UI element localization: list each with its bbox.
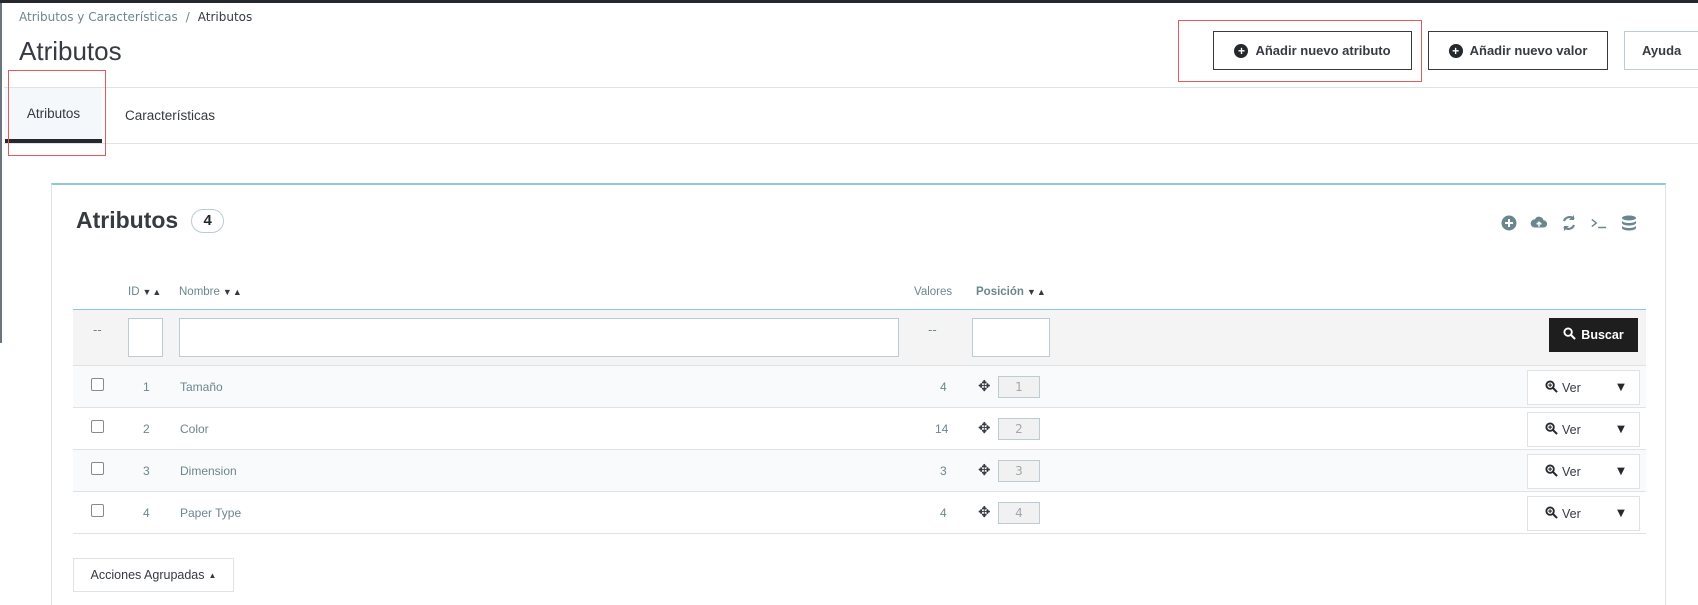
view-label: Ver — [1562, 506, 1581, 521]
cell-name[interactable]: Paper Type — [180, 506, 241, 520]
view-button[interactable]: Ver — [1528, 379, 1603, 396]
cell-values: 4 — [940, 506, 947, 520]
cell-values: 14 — [935, 422, 949, 436]
view-button[interactable]: Ver — [1528, 463, 1603, 480]
dropdown-toggle-icon[interactable]: ▼ — [1603, 466, 1639, 477]
dropdown-toggle-icon[interactable]: ▼ — [1603, 382, 1639, 393]
attributes-panel: Atributos 4 ID ▼▲ Nombre ▼▲ Valores Posici… — [51, 183, 1666, 605]
drag-handle-icon[interactable]: ✥ — [978, 503, 991, 521]
search-icon — [1563, 327, 1577, 343]
row-actions: Ver ▼ — [1527, 454, 1640, 489]
tab-features-label: Características — [125, 108, 216, 123]
cloud-upload-icon[interactable] — [1530, 214, 1548, 232]
highlight-box-attributes-tab — [8, 70, 106, 156]
bulk-actions-button[interactable]: Acciones Agrupadas ▲ — [73, 558, 234, 592]
highlight-box-add-attribute — [1178, 20, 1422, 82]
count-badge: 4 — [191, 208, 225, 233]
dropdown-toggle-icon[interactable]: ▼ — [1603, 508, 1639, 519]
breadcrumb-separator: / — [185, 10, 190, 24]
view-label: Ver — [1562, 422, 1581, 437]
tabs-divider — [4, 143, 1698, 144]
filter-values-placeholder: -- — [928, 323, 937, 337]
cell-name[interactable]: Color — [180, 422, 209, 436]
sort-icon[interactable]: ▼▲ — [143, 287, 163, 297]
column-header-name-label: Nombre — [179, 286, 220, 298]
terminal-icon[interactable] — [1590, 214, 1608, 232]
cell-id: 1 — [143, 380, 150, 394]
panel-title-text: Atributos — [76, 207, 179, 233]
filter-position-input[interactable] — [972, 318, 1050, 357]
search-label: Buscar — [1581, 328, 1624, 342]
sort-icon[interactable]: ▼▲ — [223, 287, 243, 297]
view-label: Ver — [1562, 464, 1581, 479]
table-row[interactable]: 2 Color 14 ✥ 2 Ver ▼ — [73, 408, 1646, 450]
zoom-in-icon — [1545, 505, 1558, 522]
cell-values: 3 — [940, 464, 947, 478]
cell-id: 3 — [143, 464, 150, 478]
row-checkbox[interactable] — [91, 378, 104, 391]
row-actions: Ver ▼ — [1527, 412, 1640, 447]
caret-up-icon: ▲ — [208, 570, 217, 580]
header-divider — [4, 87, 1698, 88]
left-edge — [0, 3, 2, 343]
zoom-in-icon — [1545, 379, 1558, 396]
top-bar — [0, 0, 1698, 3]
drag-handle-icon[interactable]: ✥ — [978, 461, 991, 479]
position-field: 3 — [998, 460, 1040, 482]
filter-id-input[interactable] — [128, 318, 163, 357]
view-button[interactable]: Ver — [1528, 421, 1603, 438]
column-header-values: Valores — [914, 286, 952, 298]
cell-name[interactable]: Dimension — [180, 464, 237, 478]
table-row[interactable]: 1 Tamaño 4 ✥ 1 Ver ▼ — [73, 366, 1646, 408]
column-header-name[interactable]: Nombre ▼▲ — [179, 286, 243, 298]
panel-title: Atributos 4 — [76, 207, 225, 234]
view-button[interactable]: Ver — [1528, 505, 1603, 522]
position-field: 4 — [998, 502, 1040, 524]
help-label: Ayuda — [1642, 43, 1682, 58]
plus-circle-icon: + — [1448, 43, 1463, 58]
position-field: 1 — [998, 376, 1040, 398]
row-actions: Ver ▼ — [1527, 370, 1640, 405]
table-row[interactable]: 3 Dimension 3 ✥ 3 Ver ▼ — [73, 450, 1646, 492]
add-circle-icon[interactable] — [1500, 214, 1518, 232]
column-header-position-label: Posición — [976, 286, 1024, 298]
tab-features[interactable]: Características — [125, 88, 215, 143]
column-header-id-label: ID — [128, 286, 140, 298]
zoom-in-icon — [1545, 421, 1558, 438]
filter-row: -- -- Buscar — [73, 310, 1646, 366]
panel-tools — [1500, 214, 1638, 232]
filter-select-placeholder: -- — [93, 323, 102, 337]
view-label: Ver — [1562, 380, 1581, 395]
column-header-id[interactable]: ID ▼▲ — [128, 286, 162, 298]
database-icon[interactable] — [1620, 214, 1638, 232]
dropdown-toggle-icon[interactable]: ▼ — [1603, 424, 1639, 435]
row-checkbox[interactable] — [91, 504, 104, 517]
add-value-button[interactable]: + Añadir nuevo valor — [1428, 31, 1608, 70]
drag-handle-icon[interactable]: ✥ — [978, 419, 991, 437]
zoom-in-icon — [1545, 463, 1558, 480]
cell-id: 2 — [143, 422, 150, 436]
page-title: Atributos — [19, 36, 122, 66]
breadcrumb-parent[interactable]: Atributos y Características — [19, 10, 178, 24]
column-header-values-label: Valores — [914, 286, 953, 298]
row-checkbox[interactable] — [91, 420, 104, 433]
cell-values: 4 — [940, 380, 947, 394]
sort-icon[interactable]: ▼▲ — [1027, 287, 1047, 297]
row-checkbox[interactable] — [91, 462, 104, 475]
refresh-icon[interactable] — [1560, 214, 1578, 232]
search-button[interactable]: Buscar — [1549, 318, 1638, 352]
filter-name-input[interactable] — [179, 318, 899, 357]
row-actions: Ver ▼ — [1527, 496, 1640, 531]
column-header-position[interactable]: Posición ▼▲ — [976, 286, 1047, 298]
table-row[interactable]: 4 Paper Type 4 ✥ 4 Ver ▼ — [73, 492, 1646, 534]
add-value-label: Añadir nuevo valor — [1469, 43, 1588, 58]
position-field: 2 — [998, 418, 1040, 440]
breadcrumb: Atributos y Características / Atributos — [19, 10, 252, 24]
breadcrumb-current: Atributos — [197, 10, 253, 24]
help-button[interactable]: Ayuda — [1624, 31, 1698, 70]
drag-handle-icon[interactable]: ✥ — [978, 377, 991, 395]
cell-id: 4 — [143, 506, 150, 520]
bulk-actions-label: Acciones Agrupadas — [90, 568, 205, 582]
cell-name[interactable]: Tamaño — [180, 380, 223, 394]
